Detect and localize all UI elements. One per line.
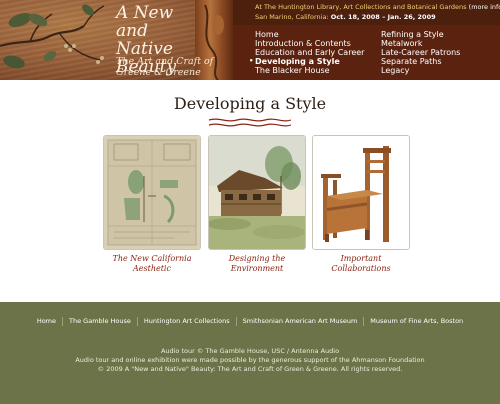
exhibition-subtitle: The Art and Craft of Greene & Greene xyxy=(116,56,226,78)
garden-plan-drawing-image[interactable] xyxy=(103,135,201,250)
nav-item-legacy[interactable]: Legacy xyxy=(381,66,460,75)
footer-link-huntington[interactable]: Huntington Art Collections xyxy=(136,317,236,326)
exhibition-info: At The Huntington Library, Art Collectio… xyxy=(255,2,500,22)
caption-line: Important Collaborations xyxy=(331,254,391,273)
site-header: A New and Native Beauty The Art and Craf… xyxy=(0,0,500,80)
header-artwork: A New and Native Beauty The Art and Craf… xyxy=(0,0,233,80)
credit-line: Audio tour and online exhibition were ma… xyxy=(75,356,425,364)
main-nav-left: Home Introduction & Contents Education a… xyxy=(249,30,364,75)
card-caption[interactable]: Designing the Environment xyxy=(208,254,306,274)
nav-item-blacker-house[interactable]: The Blacker House xyxy=(255,66,364,75)
title-line: and Native xyxy=(116,21,173,59)
nav-item-late-career[interactable]: Late-Career Patrons xyxy=(381,48,460,57)
footer-link-gamble-house[interactable]: The Gamble House xyxy=(62,317,137,326)
card-caption[interactable]: The New California Aesthetic xyxy=(103,254,201,274)
location-text: San Marino, California: xyxy=(255,13,329,21)
nav-item-developing-style[interactable]: Developing a Style xyxy=(249,57,364,66)
caption-line: Environment xyxy=(230,264,284,273)
card-caption[interactable]: Important Collaborations xyxy=(312,254,410,274)
credit-line: © 2009 A "New and Native" Beauty: The Ar… xyxy=(97,365,403,373)
main-nav-right: Refining a Style Metalwork Late-Career P… xyxy=(381,30,460,75)
nav-item-separate-paths[interactable]: Separate Paths xyxy=(381,57,460,66)
section-card-important-collaborations[interactable]: Important Collaborations xyxy=(312,135,410,274)
footer-link-mfa-boston[interactable]: Museum of Fine Arts, Boston xyxy=(363,317,469,326)
caption-line: The New California xyxy=(112,254,192,263)
nav-item-metalwork[interactable]: Metalwork xyxy=(381,39,460,48)
exhibition-info-bar: At The Huntington Library, Art Collectio… xyxy=(233,0,500,25)
footer-link-smithsonian[interactable]: Smithsonian American Art Museum xyxy=(235,317,364,326)
site-footer: Home The Gamble House Huntington Art Col… xyxy=(0,302,500,404)
footer-credits: Audio tour © The Gamble House, USC / Ant… xyxy=(0,347,500,374)
nav-item-home[interactable]: Home xyxy=(255,30,364,39)
subtitle-line: Greene & Greene xyxy=(116,67,201,78)
nav-item-introduction[interactable]: Introduction & Contents xyxy=(255,39,364,48)
main-content: Developing a Style The New California Ae… xyxy=(0,80,500,302)
footer-link-home[interactable]: Home xyxy=(31,317,62,326)
title-line: A New xyxy=(116,3,174,23)
exhibition-dates: Oct. 18, 2008 – Jan. 26, 2009 xyxy=(330,13,436,21)
venue-text: At The Huntington Library, Art Collectio… xyxy=(255,3,467,11)
nav-item-education[interactable]: Education and Early Career xyxy=(255,48,364,57)
header-nav-panel: At The Huntington Library, Art Collectio… xyxy=(233,0,500,80)
nav-item-refining-style[interactable]: Refining a Style xyxy=(381,30,460,39)
footer-links: Home The Gamble House Huntington Art Col… xyxy=(0,317,500,326)
wooden-bed-furniture-image[interactable] xyxy=(312,135,410,250)
section-card-designing-environment[interactable]: Designing the Environment xyxy=(208,135,306,274)
more-info-link[interactable]: (more info) xyxy=(469,3,500,11)
page-title: Developing a Style xyxy=(173,94,327,113)
caption-line: Aesthetic xyxy=(133,264,171,273)
wavy-divider xyxy=(208,118,292,127)
subtitle-line: The Art and Craft of xyxy=(116,56,214,67)
caption-line: Designing the xyxy=(228,254,286,263)
section-card-new-california-aesthetic[interactable]: The New California Aesthetic xyxy=(103,135,201,274)
house-watercolor-image[interactable] xyxy=(208,135,306,250)
credit-line: Audio tour © The Gamble House, USC / Ant… xyxy=(160,347,340,355)
